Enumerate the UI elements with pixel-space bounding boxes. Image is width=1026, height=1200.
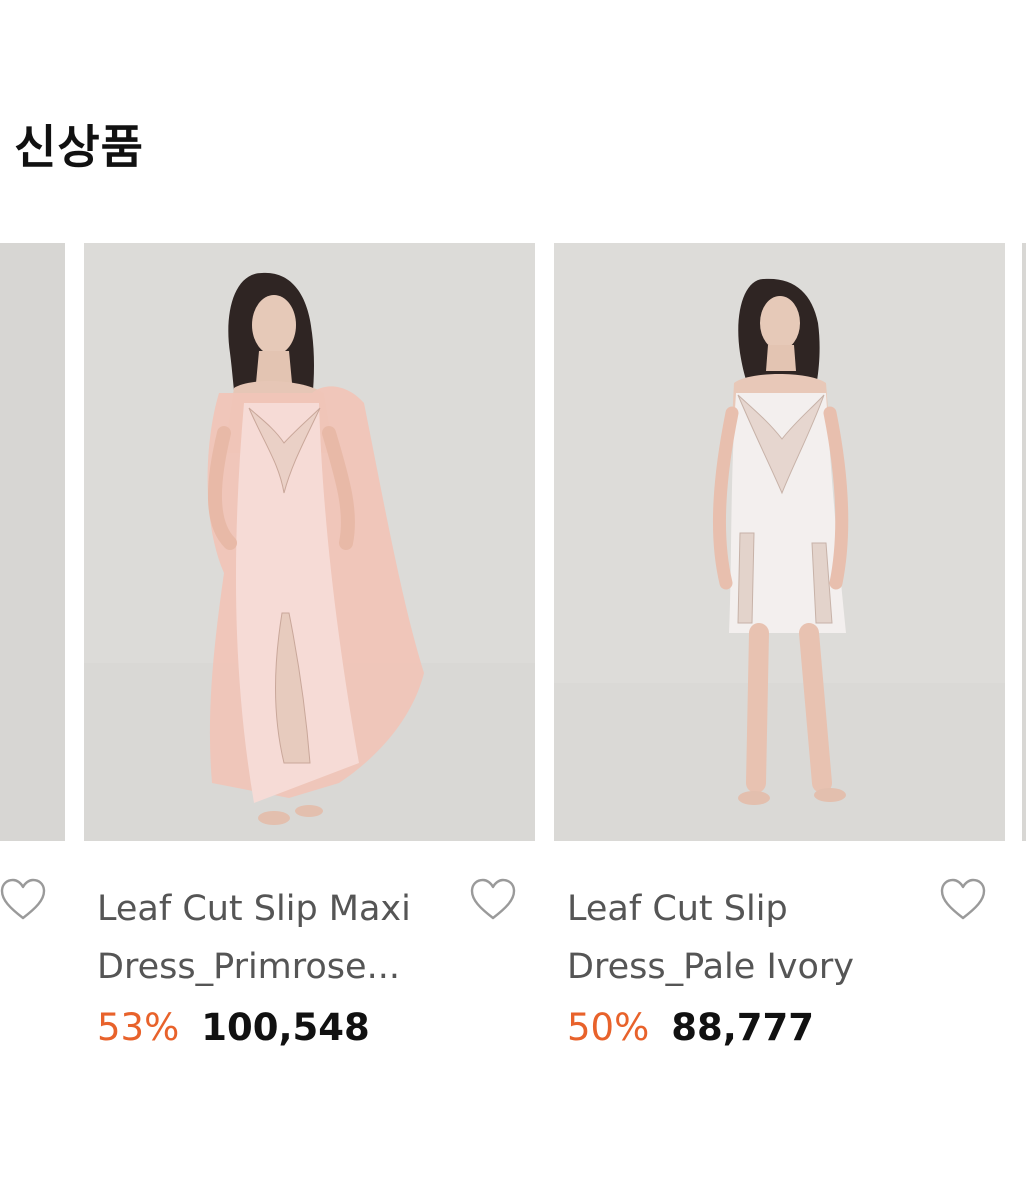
product-image-primrose-maxi-dress[interactable] [84, 243, 535, 841]
heart-icon[interactable] [0, 878, 46, 922]
product-image-next[interactable] [1022, 243, 1026, 841]
product-name-line2: Dress_Primrose... [97, 947, 400, 987]
new-arrivals-page: 신상품 Leaf Cut Slip Maxi Dress_Primrose...… [0, 0, 1026, 1200]
product-name[interactable]: Leaf Cut Slip Maxi Dress_Primrose... [97, 880, 457, 996]
product-image-previous[interactable] [0, 243, 65, 841]
price-row: 50% 88,777 [567, 1003, 814, 1053]
product-name[interactable]: Leaf Cut Slip Dress_Pale Ivory [567, 880, 927, 996]
product-name-line1: Leaf Cut Slip Maxi [97, 889, 411, 929]
product-image-pale-ivory-slip-dress[interactable] [554, 243, 1005, 841]
heart-icon[interactable] [940, 878, 986, 922]
section-title: 신상품 [14, 120, 144, 174]
product-name-line1: Leaf Cut Slip [567, 889, 788, 929]
sale-price: 100,548 [201, 1006, 370, 1049]
sale-price: 88,777 [671, 1006, 815, 1049]
product-name-line2: Dress_Pale Ivory [567, 947, 854, 987]
price-row: 53% 100,548 [97, 1003, 370, 1053]
heart-icon[interactable] [470, 878, 516, 922]
discount-rate: 53% [97, 1006, 180, 1049]
discount-rate: 50% [567, 1006, 650, 1049]
